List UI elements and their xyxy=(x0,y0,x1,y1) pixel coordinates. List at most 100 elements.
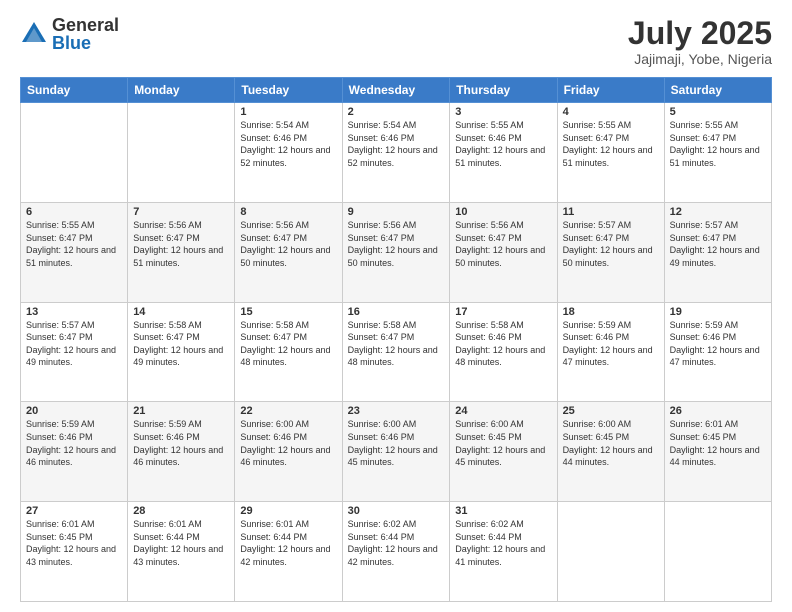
day-info: Sunrise: 6:01 AMSunset: 6:44 PMDaylight:… xyxy=(133,518,229,568)
month-year: July 2025 xyxy=(628,16,772,51)
col-header-thursday: Thursday xyxy=(450,78,557,103)
day-number: 24 xyxy=(455,405,551,417)
day-info: Sunrise: 5:58 AMSunset: 6:46 PMDaylight:… xyxy=(455,319,551,369)
week-row-1: 1Sunrise: 5:54 AMSunset: 6:46 PMDaylight… xyxy=(21,103,772,203)
day-cell: 23Sunrise: 6:00 AMSunset: 6:46 PMDayligh… xyxy=(342,402,450,502)
day-cell xyxy=(664,502,771,602)
day-cell: 19Sunrise: 5:59 AMSunset: 6:46 PMDayligh… xyxy=(664,302,771,402)
day-info: Sunrise: 5:59 AMSunset: 6:46 PMDaylight:… xyxy=(670,319,766,369)
day-info: Sunrise: 5:58 AMSunset: 6:47 PMDaylight:… xyxy=(240,319,336,369)
day-number: 15 xyxy=(240,306,336,318)
day-number: 22 xyxy=(240,405,336,417)
day-number: 26 xyxy=(670,405,766,417)
col-header-saturday: Saturday xyxy=(664,78,771,103)
day-number: 8 xyxy=(240,206,336,218)
day-number: 1 xyxy=(240,106,336,118)
day-cell: 9Sunrise: 5:56 AMSunset: 6:47 PMDaylight… xyxy=(342,202,450,302)
day-cell: 29Sunrise: 6:01 AMSunset: 6:44 PMDayligh… xyxy=(235,502,342,602)
day-cell: 31Sunrise: 6:02 AMSunset: 6:44 PMDayligh… xyxy=(450,502,557,602)
day-info: Sunrise: 5:55 AMSunset: 6:46 PMDaylight:… xyxy=(455,119,551,169)
day-number: 19 xyxy=(670,306,766,318)
day-number: 5 xyxy=(670,106,766,118)
header: General Blue July 2025 Jajimaji, Yobe, N… xyxy=(20,16,772,67)
day-number: 7 xyxy=(133,206,229,218)
day-info: Sunrise: 5:58 AMSunset: 6:47 PMDaylight:… xyxy=(133,319,229,369)
title-block: July 2025 Jajimaji, Yobe, Nigeria xyxy=(628,16,772,67)
day-info: Sunrise: 5:56 AMSunset: 6:47 PMDaylight:… xyxy=(455,219,551,269)
day-cell: 11Sunrise: 5:57 AMSunset: 6:47 PMDayligh… xyxy=(557,202,664,302)
day-cell: 20Sunrise: 5:59 AMSunset: 6:46 PMDayligh… xyxy=(21,402,128,502)
day-info: Sunrise: 6:01 AMSunset: 6:45 PMDaylight:… xyxy=(26,518,122,568)
day-cell: 27Sunrise: 6:01 AMSunset: 6:45 PMDayligh… xyxy=(21,502,128,602)
logo-icon xyxy=(20,20,48,48)
day-info: Sunrise: 6:00 AMSunset: 6:46 PMDaylight:… xyxy=(240,418,336,468)
calendar-header-row: SundayMondayTuesdayWednesdayThursdayFrid… xyxy=(21,78,772,103)
day-cell: 22Sunrise: 6:00 AMSunset: 6:46 PMDayligh… xyxy=(235,402,342,502)
day-number: 28 xyxy=(133,505,229,517)
logo-blue-text: Blue xyxy=(52,34,119,52)
day-info: Sunrise: 5:59 AMSunset: 6:46 PMDaylight:… xyxy=(563,319,659,369)
day-info: Sunrise: 5:54 AMSunset: 6:46 PMDaylight:… xyxy=(348,119,445,169)
day-cell: 4Sunrise: 5:55 AMSunset: 6:47 PMDaylight… xyxy=(557,103,664,203)
week-row-4: 20Sunrise: 5:59 AMSunset: 6:46 PMDayligh… xyxy=(21,402,772,502)
week-row-5: 27Sunrise: 6:01 AMSunset: 6:45 PMDayligh… xyxy=(21,502,772,602)
day-info: Sunrise: 5:57 AMSunset: 6:47 PMDaylight:… xyxy=(670,219,766,269)
col-header-wednesday: Wednesday xyxy=(342,78,450,103)
col-header-friday: Friday xyxy=(557,78,664,103)
day-cell: 7Sunrise: 5:56 AMSunset: 6:47 PMDaylight… xyxy=(128,202,235,302)
day-info: Sunrise: 6:00 AMSunset: 6:46 PMDaylight:… xyxy=(348,418,445,468)
calendar: SundayMondayTuesdayWednesdayThursdayFrid… xyxy=(20,77,772,602)
day-number: 25 xyxy=(563,405,659,417)
day-info: Sunrise: 6:01 AMSunset: 6:44 PMDaylight:… xyxy=(240,518,336,568)
day-cell: 18Sunrise: 5:59 AMSunset: 6:46 PMDayligh… xyxy=(557,302,664,402)
day-number: 20 xyxy=(26,405,122,417)
day-cell: 30Sunrise: 6:02 AMSunset: 6:44 PMDayligh… xyxy=(342,502,450,602)
day-number: 31 xyxy=(455,505,551,517)
day-cell: 5Sunrise: 5:55 AMSunset: 6:47 PMDaylight… xyxy=(664,103,771,203)
week-row-2: 6Sunrise: 5:55 AMSunset: 6:47 PMDaylight… xyxy=(21,202,772,302)
day-number: 14 xyxy=(133,306,229,318)
day-cell: 16Sunrise: 5:58 AMSunset: 6:47 PMDayligh… xyxy=(342,302,450,402)
day-cell xyxy=(128,103,235,203)
day-info: Sunrise: 5:54 AMSunset: 6:46 PMDaylight:… xyxy=(240,119,336,169)
day-cell: 13Sunrise: 5:57 AMSunset: 6:47 PMDayligh… xyxy=(21,302,128,402)
day-info: Sunrise: 6:00 AMSunset: 6:45 PMDaylight:… xyxy=(563,418,659,468)
logo: General Blue xyxy=(20,16,119,52)
day-info: Sunrise: 5:57 AMSunset: 6:47 PMDaylight:… xyxy=(26,319,122,369)
day-cell: 24Sunrise: 6:00 AMSunset: 6:45 PMDayligh… xyxy=(450,402,557,502)
day-cell: 3Sunrise: 5:55 AMSunset: 6:46 PMDaylight… xyxy=(450,103,557,203)
day-cell: 25Sunrise: 6:00 AMSunset: 6:45 PMDayligh… xyxy=(557,402,664,502)
col-header-sunday: Sunday xyxy=(21,78,128,103)
day-cell xyxy=(557,502,664,602)
location: Jajimaji, Yobe, Nigeria xyxy=(628,51,772,67)
day-number: 16 xyxy=(348,306,445,318)
day-cell: 6Sunrise: 5:55 AMSunset: 6:47 PMDaylight… xyxy=(21,202,128,302)
day-info: Sunrise: 5:59 AMSunset: 6:46 PMDaylight:… xyxy=(26,418,122,468)
day-info: Sunrise: 5:57 AMSunset: 6:47 PMDaylight:… xyxy=(563,219,659,269)
day-info: Sunrise: 6:00 AMSunset: 6:45 PMDaylight:… xyxy=(455,418,551,468)
day-info: Sunrise: 5:59 AMSunset: 6:46 PMDaylight:… xyxy=(133,418,229,468)
day-info: Sunrise: 6:01 AMSunset: 6:45 PMDaylight:… xyxy=(670,418,766,468)
day-number: 10 xyxy=(455,206,551,218)
day-number: 6 xyxy=(26,206,122,218)
day-number: 27 xyxy=(26,505,122,517)
day-number: 13 xyxy=(26,306,122,318)
day-number: 3 xyxy=(455,106,551,118)
day-info: Sunrise: 5:58 AMSunset: 6:47 PMDaylight:… xyxy=(348,319,445,369)
day-cell: 12Sunrise: 5:57 AMSunset: 6:47 PMDayligh… xyxy=(664,202,771,302)
day-number: 9 xyxy=(348,206,445,218)
day-cell: 8Sunrise: 5:56 AMSunset: 6:47 PMDaylight… xyxy=(235,202,342,302)
day-cell xyxy=(21,103,128,203)
day-cell: 26Sunrise: 6:01 AMSunset: 6:45 PMDayligh… xyxy=(664,402,771,502)
day-number: 18 xyxy=(563,306,659,318)
day-number: 11 xyxy=(563,206,659,218)
logo-general-text: General xyxy=(52,16,119,34)
day-number: 4 xyxy=(563,106,659,118)
day-number: 23 xyxy=(348,405,445,417)
col-header-tuesday: Tuesday xyxy=(235,78,342,103)
day-number: 29 xyxy=(240,505,336,517)
day-cell: 17Sunrise: 5:58 AMSunset: 6:46 PMDayligh… xyxy=(450,302,557,402)
day-number: 17 xyxy=(455,306,551,318)
day-number: 2 xyxy=(348,106,445,118)
day-info: Sunrise: 6:02 AMSunset: 6:44 PMDaylight:… xyxy=(348,518,445,568)
